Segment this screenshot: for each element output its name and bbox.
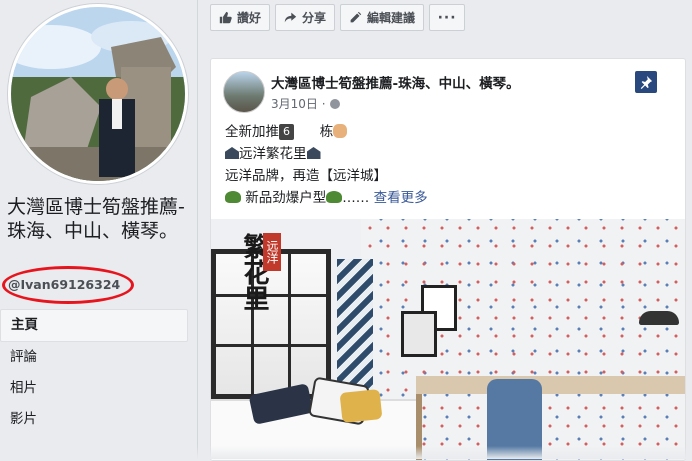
post-photo[interactable]: 繁花里 远洋 — [211, 219, 685, 460]
nav-item-photos[interactable]: 相片 — [0, 373, 188, 404]
like-label: 讚好 — [237, 11, 262, 25]
post-line-1-suffix: 栋 — [319, 124, 334, 140]
more-options-button[interactable]: ··· — [429, 4, 466, 31]
post-date-text[interactable]: 3月10日 · — [271, 95, 326, 112]
post-timestamp: 3月10日 · — [271, 95, 340, 112]
wall-picture-frame-2 — [401, 311, 437, 357]
turtle-emoji-icon-2 — [326, 191, 343, 203]
building-emoji-icon — [225, 147, 239, 159]
fist-emoji-icon — [333, 124, 348, 138]
post-author-name[interactable]: 大灣區博士筍盤推薦-珠海、中山、橫琴。 — [271, 72, 520, 92]
page-action-bar: 讚好 分享 編輯建議 ··· — [210, 4, 466, 31]
desk — [416, 376, 685, 394]
window-bar — [288, 254, 291, 394]
highlight-annotation — [2, 266, 134, 304]
post-text: 全新加推 6 栋 远洋繁花里 远洋品牌，再造【远洋城】 新品劲爆户型 …… 查看更多 — [225, 121, 665, 209]
globe-icon — [329, 98, 340, 109]
page-sidebar: 大灣區博士筍盤推薦-珠海、中山、橫琴。 @Ivan69126324 主頁 評論 … — [0, 0, 198, 459]
pushpin-icon — [640, 75, 653, 89]
see-more-link[interactable]: 查看更多 — [374, 190, 428, 206]
page-name[interactable]: 大灣區博士筍盤推薦-珠海、中山、橫琴。 — [7, 195, 192, 243]
post-line-2-text: 远洋繁花里 — [239, 146, 307, 162]
post-author-avatar[interactable] — [223, 71, 265, 113]
profile-photo-scene — [11, 7, 185, 181]
turtle-emoji-icon — [225, 191, 241, 203]
bottom-fade — [0, 446, 692, 459]
page-profile-picture[interactable] — [8, 4, 188, 184]
thumbs-up-icon — [219, 11, 232, 24]
page-nav: 主頁 評論 相片 影片 — [0, 309, 188, 435]
number-badge: 6 — [279, 124, 294, 140]
post-line-4-ellipsis: …… — [342, 190, 374, 206]
post-line-1-prefix: 全新加推 — [225, 124, 279, 140]
share-button[interactable]: 分享 — [275, 4, 336, 31]
building-emoji-icon-2 — [306, 147, 321, 159]
share-arrow-icon — [284, 12, 297, 23]
wall-lamp — [639, 311, 679, 325]
suggest-edit-button[interactable]: 編輯建議 — [340, 4, 425, 31]
brand-tag: 远洋 — [263, 233, 281, 271]
nav-item-home[interactable]: 主頁 — [0, 309, 188, 342]
post-line-1: 全新加推 6 栋 — [225, 121, 665, 143]
share-label: 分享 — [302, 11, 327, 25]
pillow-3 — [339, 388, 383, 424]
suggest-edit-label: 編輯建議 — [367, 11, 416, 25]
post-line-3: 远洋品牌，再造【远洋城】 — [225, 168, 387, 184]
sidebar-divider — [197, 0, 198, 459]
nav-item-videos[interactable]: 影片 — [0, 404, 188, 435]
post-line-4: 新品劲爆户型 …… 查看更多 — [225, 187, 665, 209]
like-button[interactable]: 讚好 — [210, 4, 271, 31]
post-line-2: 远洋繁花里 — [225, 143, 665, 165]
pencil-icon — [350, 11, 362, 23]
pin-icon — [635, 71, 657, 93]
post-line-4-text: 新品劲爆户型 — [245, 190, 327, 206]
pinned-post-card: 大灣區博士筍盤推薦-珠海、中山、橫琴。 3月10日 · 全新加推 6 栋 远洋繁花… — [210, 58, 686, 461]
nav-item-reviews[interactable]: 評論 — [0, 342, 188, 373]
window-bar — [216, 344, 326, 347]
